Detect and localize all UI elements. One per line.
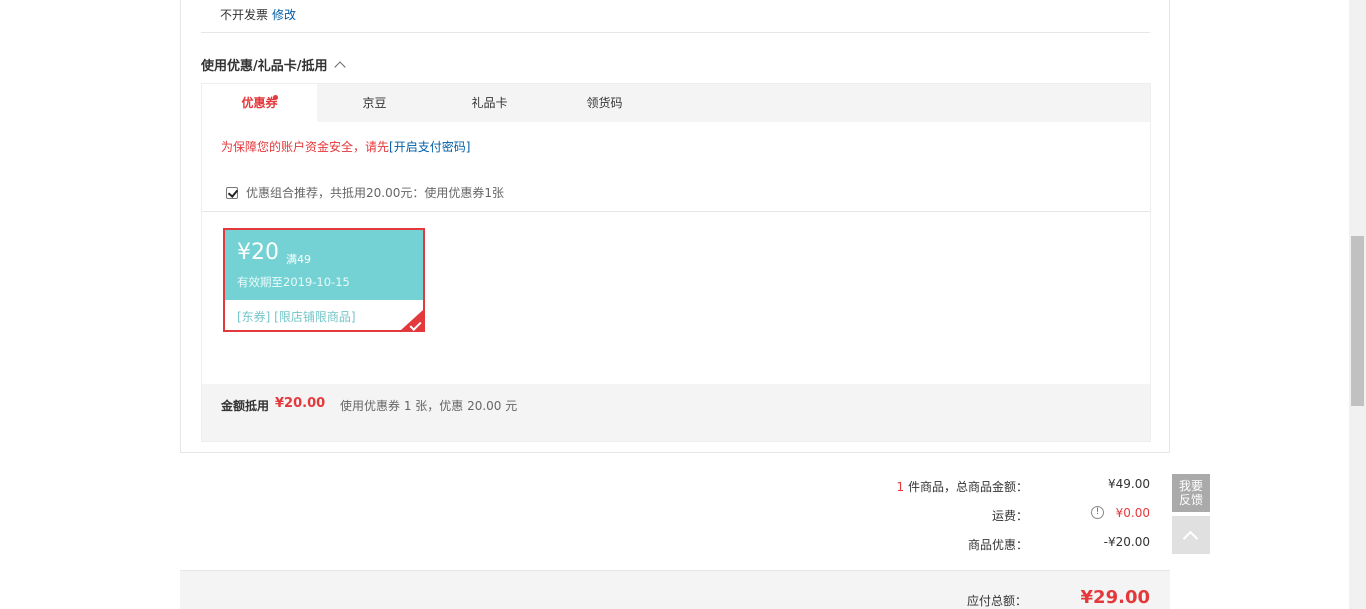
item-count: 1 (896, 480, 905, 494)
payable-bar: 应付总额： ¥29.00 (180, 570, 1170, 609)
arrow-up-icon (1182, 530, 1199, 547)
feedback-button[interactable]: 我要 反馈 (1172, 474, 1210, 512)
coupon-amount: ¥20 (237, 240, 279, 265)
coupon-head: ¥20 满49 有效期至2019-10-15 (225, 230, 423, 300)
invoice-row: 不开发票 修改 (220, 6, 296, 23)
feedback-label-line2: 反馈 (1178, 493, 1203, 507)
section-title: 使用优惠/礼品卡/抵用 (201, 59, 328, 74)
freight-label: 运费： (991, 509, 1028, 523)
checkout-page: 不开发票 修改 使用优惠/礼品卡/抵用 优惠券 京豆 礼品卡 领货码 为保障您的账… (0, 0, 1366, 609)
invoice-edit-link[interactable]: 修改 (272, 8, 296, 22)
combo-recommend: 优惠组合推荐，共抵用20.00元：使用优惠券1张 (226, 184, 504, 201)
freight-value: ¥0.00 (1115, 506, 1150, 520)
tab-coupons[interactable]: 优惠券 (202, 84, 317, 122)
goods-total-label: 1 件商品，总商品金额： (897, 478, 1028, 495)
tab-label: 京豆 (362, 96, 387, 110)
divider (201, 32, 1150, 33)
coupon-condition: 满49 (286, 253, 311, 266)
combo-recommend-text: 优惠组合推荐，共抵用20.00元：使用优惠券1张 (246, 186, 504, 200)
discount-label: 商品优惠： (967, 538, 1028, 552)
tab-gift-card[interactable]: 礼品卡 (432, 84, 547, 122)
coupon-validity: 有效期至2019-10-15 (237, 275, 350, 289)
tab-jingdou[interactable]: 京豆 (317, 84, 432, 122)
security-notice-text: 为保障您的账户资金安全，请先 (221, 140, 390, 154)
payable-value: ¥29.00 (1080, 587, 1150, 608)
chevron-up-icon (333, 61, 346, 73)
discount-value: -¥20.00 (1103, 535, 1150, 549)
tab-pickup-code[interactable]: 领货码 (547, 84, 662, 122)
payable-label: 应付总额： (966, 594, 1027, 608)
coupon-summary-desc: 使用优惠券 1 张，优惠 20.00 元 (340, 399, 518, 413)
divider (202, 211, 1150, 212)
tab-label: 礼品卡 (471, 96, 508, 110)
discount-panel: 优惠券 京豆 礼品卡 领货码 为保障您的账户资金安全，请先[开启支付密码] 优惠… (201, 83, 1151, 442)
combo-recommend-checkbox[interactable] (226, 186, 238, 199)
notification-dot-icon (273, 95, 278, 100)
invoice-text: 不开发票 (220, 8, 269, 22)
back-to-top-button[interactable] (1172, 516, 1210, 554)
scrollbar-thumb[interactable] (1351, 236, 1364, 406)
discount-section-header[interactable]: 使用优惠/礼品卡/抵用 (201, 55, 346, 74)
goods-total-value: ¥49.00 (1108, 477, 1150, 491)
feedback-label-line1: 我要 (1178, 479, 1203, 493)
coupon-summary-bar: 金额抵用 ¥20.00 使用优惠券 1 张，优惠 20.00 元 (202, 384, 1150, 441)
discount-tabs: 优惠券 京豆 礼品卡 领货码 (202, 84, 1150, 122)
coupon-tags: [东券] [限店铺限商品] (237, 310, 356, 324)
enable-payment-password-link[interactable]: [开启支付密码] (389, 140, 470, 154)
tab-label: 领货码 (586, 96, 623, 110)
coupon-card[interactable]: ¥20 满49 有效期至2019-10-15 [东券] [限店铺限商品] (223, 228, 425, 332)
info-icon[interactable]: ! (1091, 506, 1104, 519)
security-notice: 为保障您的账户资金安全，请先[开启支付密码] (221, 138, 470, 155)
coupon-summary-amount: ¥20.00 (275, 396, 326, 411)
goods-label: 件商品，总商品金额： (907, 480, 1028, 494)
coupon-summary-label: 金额抵用 (221, 399, 270, 413)
